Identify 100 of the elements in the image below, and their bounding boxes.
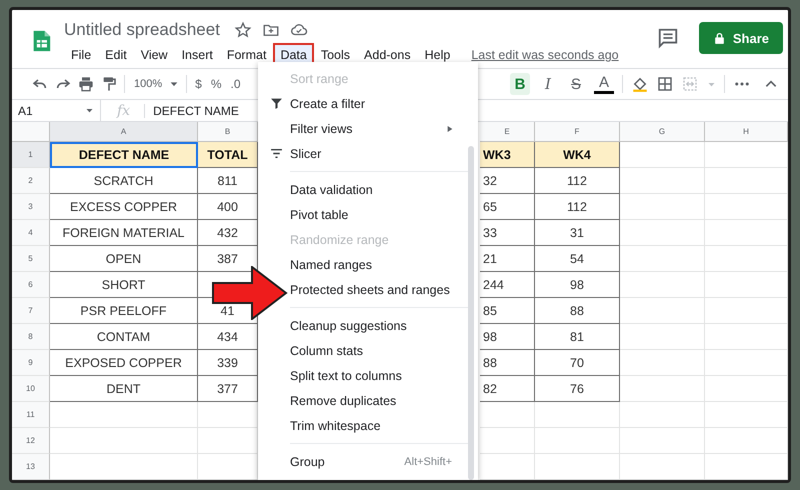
menu-option[interactable]: Split text to columns <box>258 363 478 388</box>
column-header[interactable]: A <box>50 122 198 142</box>
row-header[interactable]: 8 <box>12 324 50 350</box>
table-cell[interactable] <box>705 324 788 350</box>
menu-option[interactable]: Remove duplicates <box>258 388 478 413</box>
table-cell[interactable]: 112 <box>535 168 620 194</box>
table-cell[interactable]: 82 <box>480 376 535 402</box>
table-cell[interactable] <box>535 402 620 428</box>
menu-item[interactable]: File <box>64 43 98 67</box>
table-cell[interactable]: 88 <box>535 298 620 324</box>
row-header[interactable]: 12 <box>12 428 50 454</box>
menu-item[interactable]: Format <box>220 43 274 67</box>
table-cell[interactable]: 70 <box>535 350 620 376</box>
table-cell[interactable]: 112 <box>535 194 620 220</box>
table-cell[interactable]: 65 <box>480 194 535 220</box>
table-cell[interactable]: 33 <box>480 220 535 246</box>
last-edit-link[interactable]: Last edit was seconds ago <box>471 48 619 62</box>
column-header[interactable]: B <box>198 122 258 142</box>
table-cell[interactable] <box>535 428 620 454</box>
menu-item[interactable]: View <box>134 43 175 67</box>
format-button[interactable]: % <box>210 77 222 91</box>
menu-option[interactable]: Group Alt+Shift+ <box>258 449 478 474</box>
table-cell[interactable] <box>705 194 788 220</box>
table-cell[interactable]: CONTAM <box>50 324 198 350</box>
strikethrough-button[interactable]: S <box>566 73 586 95</box>
row-header[interactable]: 6 <box>12 272 50 298</box>
column-header[interactable]: F <box>535 122 620 142</box>
table-cell[interactable] <box>705 428 788 454</box>
row-header[interactable]: 7 <box>12 298 50 324</box>
table-cell[interactable] <box>620 142 705 168</box>
table-cell[interactable]: 21 <box>480 246 535 272</box>
table-cell[interactable] <box>620 454 705 480</box>
bold-button[interactable]: B <box>510 73 530 95</box>
table-cell[interactable]: TOTAL <box>198 142 258 168</box>
italic-button[interactable]: I <box>538 73 558 95</box>
table-cell[interactable]: 85 <box>480 298 535 324</box>
caret-icon[interactable] <box>85 106 94 115</box>
row-header[interactable]: 5 <box>12 246 50 272</box>
table-cell[interactable] <box>50 454 198 480</box>
row-header[interactable]: 9 <box>12 350 50 376</box>
paint-roller-icon[interactable] <box>101 76 117 92</box>
table-cell[interactable] <box>620 272 705 298</box>
table-cell[interactable]: OPEN <box>50 246 198 272</box>
text-color-button[interactable]: A <box>594 74 614 94</box>
paint-bucket-icon[interactable] <box>631 75 649 93</box>
table-cell[interactable] <box>620 428 705 454</box>
table-cell[interactable]: 98 <box>535 272 620 298</box>
zoom-dropdown[interactable]: 100% <box>134 78 162 90</box>
table-cell[interactable] <box>620 246 705 272</box>
table-cell[interactable]: 54 <box>535 246 620 272</box>
table-cell[interactable] <box>620 298 705 324</box>
table-cell[interactable] <box>620 350 705 376</box>
table-cell[interactable]: 76 <box>535 376 620 402</box>
row-header[interactable]: 1 <box>12 142 50 168</box>
table-cell[interactable]: 98 <box>480 324 535 350</box>
table-cell[interactable]: 31 <box>535 220 620 246</box>
table-cell[interactable] <box>705 350 788 376</box>
table-cell[interactable] <box>705 168 788 194</box>
row-header[interactable]: 3 <box>12 194 50 220</box>
table-cell[interactable]: PSR PEELOFF <box>50 298 198 324</box>
table-cell[interactable] <box>535 454 620 480</box>
table-cell[interactable] <box>620 168 705 194</box>
table-cell[interactable] <box>705 376 788 402</box>
table-cell[interactable] <box>50 402 198 428</box>
table-cell[interactable]: SHORT <box>50 272 198 298</box>
merge-cells-icon[interactable] <box>681 76 699 92</box>
row-header[interactable]: 11 <box>12 402 50 428</box>
scrollbar[interactable] <box>468 146 474 480</box>
menu-option[interactable]: Named ranges <box>258 252 478 277</box>
menu-option[interactable]: Data validation <box>258 177 478 202</box>
row-header[interactable]: 10 <box>12 376 50 402</box>
table-cell[interactable]: EXCESS COPPER <box>50 194 198 220</box>
format-button[interactable]: $ <box>195 77 202 91</box>
menu-option[interactable]: Slicer <box>258 141 478 166</box>
row-header[interactable]: 13 <box>12 454 50 480</box>
borders-icon[interactable] <box>657 76 673 92</box>
table-cell[interactable] <box>705 272 788 298</box>
table-cell[interactable]: SCRATCH <box>50 168 198 194</box>
column-header[interactable]: E <box>480 122 535 142</box>
menu-item[interactable]: Edit <box>98 43 134 67</box>
table-cell[interactable]: DEFECT NAME <box>50 142 198 168</box>
table-cell[interactable] <box>620 324 705 350</box>
menu-option[interactable]: Column stats <box>258 338 478 363</box>
table-cell[interactable]: WK4 <box>535 142 620 168</box>
table-cell[interactable] <box>480 402 535 428</box>
cell-reference[interactable]: A1 <box>18 104 33 118</box>
menu-item[interactable]: Insert <box>174 43 220 67</box>
table-cell[interactable]: WK3 <box>480 142 535 168</box>
column-header[interactable]: H <box>705 122 788 142</box>
table-cell[interactable] <box>480 454 535 480</box>
table-cell[interactable] <box>705 402 788 428</box>
row-header[interactable]: 2 <box>12 168 50 194</box>
table-cell[interactable] <box>705 246 788 272</box>
table-cell[interactable] <box>620 402 705 428</box>
table-cell[interactable] <box>705 454 788 480</box>
table-cell[interactable]: EXPOSED COPPER <box>50 350 198 376</box>
table-cell[interactable]: DENT <box>50 376 198 402</box>
table-cell[interactable]: 88 <box>480 350 535 376</box>
print-icon[interactable] <box>78 76 94 92</box>
format-button[interactable]: .0 <box>230 77 241 91</box>
